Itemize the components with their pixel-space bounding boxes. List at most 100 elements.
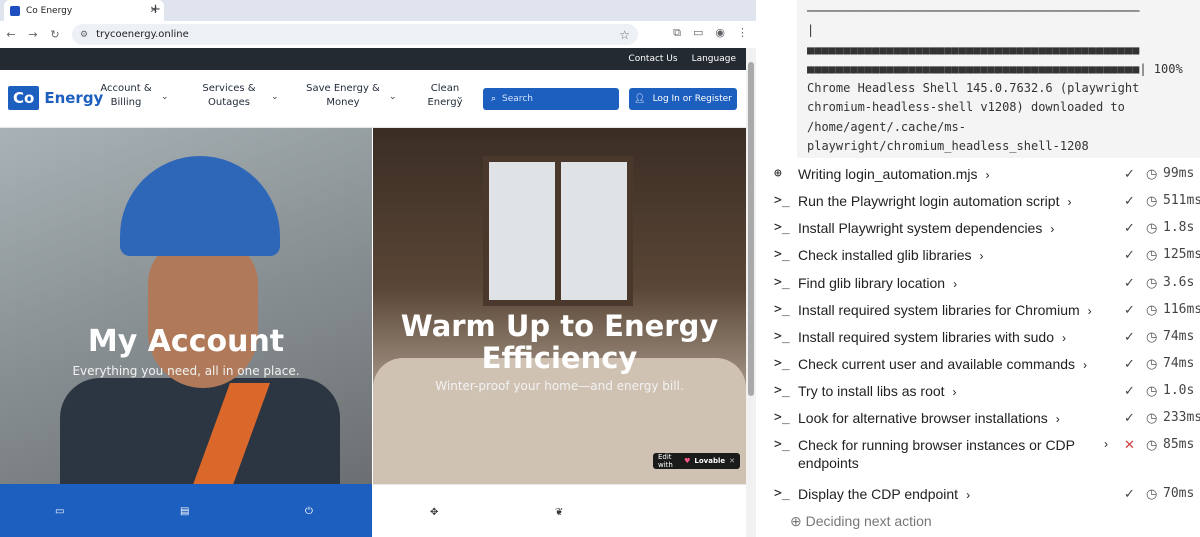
check-icon: ✓	[1124, 329, 1135, 344]
hero-my-account[interactable]: My Account Everything you need, all in o…	[0, 128, 372, 484]
chevron-right-icon[interactable]: ›	[953, 277, 957, 291]
menu-label: Outages	[208, 97, 250, 108]
document-icon[interactable]: ▤	[180, 506, 189, 517]
login-label: Log In or Register	[652, 94, 732, 104]
new-tab-icon[interactable]: +	[150, 2, 161, 17]
page-viewport: Contact Us Language Co Energy Account & …	[0, 48, 746, 537]
power-icon[interactable]: ⏻	[305, 506, 313, 517]
browser-tab[interactable]: Co Energy ✕	[4, 0, 164, 21]
hero-photo-window	[483, 156, 633, 306]
chevron-right-icon[interactable]: ›	[1104, 437, 1108, 451]
address-bar[interactable]: ⚙ trycoenergy.online ☆	[72, 24, 638, 45]
terminal-line: /home/agent/.cache/ms-	[807, 119, 966, 134]
hero-energy-efficiency[interactable]: Warm Up to Energy Efficiency Winter-proo…	[373, 128, 746, 484]
site-info-icon[interactable]: ⚙	[80, 30, 88, 40]
step-duration: 1.8s	[1163, 220, 1195, 235]
search-icon: ⌕	[491, 94, 497, 104]
site-navigation: Co Energy Account & Billing ⌄ Services &…	[0, 70, 746, 128]
forward-icon[interactable]: →	[22, 28, 44, 41]
edit-with-lovable-badge[interactable]: Edit with ♥ Lovable ✕	[653, 453, 740, 469]
step-label-text: Run the Playwright login automation scri…	[798, 193, 1060, 209]
back-icon[interactable]: ←	[0, 28, 22, 41]
menu-services-outages[interactable]: Services & Outages ⌄	[199, 82, 278, 110]
terminal-icon: >_	[774, 220, 790, 235]
chevron-right-icon[interactable]: ›	[986, 168, 990, 182]
chevron-right-icon[interactable]: ›	[1062, 331, 1066, 345]
chevron-down-icon: ⌄	[389, 92, 397, 102]
scrollbar-thumb[interactable]	[748, 62, 754, 396]
move-arrows-icon[interactable]: ✥	[430, 507, 438, 518]
hero-title-line: Efficiency	[481, 341, 638, 375]
chevron-right-icon[interactable]: ›	[953, 385, 957, 399]
hero-title-line: Warm Up to Energy	[400, 309, 719, 343]
menu-clean-energy[interactable]: Clean Energy ⌄	[420, 82, 470, 110]
hero-photo-helmet	[120, 156, 280, 256]
terminal-icon: >_	[774, 486, 790, 501]
check-icon: ✓	[1124, 356, 1135, 371]
leaf-icon[interactable]: ❦	[555, 507, 563, 518]
terminal-output: ────────────────────────────────────────…	[797, 0, 1200, 158]
step-duration: 1.0s	[1163, 383, 1195, 398]
close-badge-icon[interactable]: ✕	[729, 457, 735, 465]
clock-icon: ◷	[1146, 410, 1158, 425]
check-icon: ✓	[1124, 383, 1135, 398]
deciding-text: Deciding next action	[805, 513, 932, 529]
file-plus-icon: ⊕	[774, 166, 782, 181]
step-label: Find glib library location ›	[798, 275, 957, 291]
chevron-right-icon[interactable]: ›	[1050, 222, 1054, 236]
chevron-right-icon[interactable]: ›	[1067, 195, 1071, 209]
language-link[interactable]: Language	[692, 54, 736, 64]
step-duration: 70ms	[1163, 486, 1195, 501]
menu-save-energy-money[interactable]: Save Energy & Money ⌄	[303, 82, 396, 110]
site-logo[interactable]: Co Energy	[8, 86, 103, 110]
contact-us-link[interactable]: Contact Us	[628, 54, 677, 64]
step-label: Check installed glib libraries ›	[798, 247, 984, 263]
step-label-text: Install Playwright system dependencies	[798, 220, 1043, 236]
check-icon: ✓	[1124, 220, 1135, 235]
check-icon: ✓	[1124, 410, 1135, 425]
check-icon: ✓	[1124, 166, 1135, 181]
terminal-line: ■■■■■■■■■■■■■■■■■■■■■■■■■■■■■■■■■■■■■■■■…	[807, 42, 1140, 57]
step-label: Look for alternative browser installatio…	[798, 410, 1060, 426]
thinking-icon: ⊕	[790, 513, 802, 529]
page-scrollbar[interactable]	[746, 48, 756, 537]
step-label: Writing login_automation.mjs ›	[798, 166, 990, 182]
browser-menu-icon[interactable]: ⋮	[737, 26, 748, 40]
terminal-icon: >_	[774, 193, 790, 208]
step-label: Install required system libraries with s…	[798, 329, 1066, 345]
quick-links-bar: ✥ ❦	[373, 484, 746, 537]
reload-icon[interactable]: ↻	[44, 28, 66, 41]
check-icon: ✓	[1124, 193, 1135, 208]
step-duration: 116ms	[1163, 302, 1200, 317]
search-placeholder: Search	[502, 94, 533, 104]
clock-icon: ◷	[1146, 356, 1158, 371]
step-duration: 85ms	[1163, 437, 1195, 452]
credit-card-icon[interactable]: ▭	[55, 506, 64, 517]
extensions-icon[interactable]: ⧉	[673, 26, 681, 40]
terminal-icon: >_	[774, 302, 790, 317]
chevron-right-icon[interactable]: ›	[966, 488, 970, 502]
terminal-line: |	[807, 23, 815, 38]
step-duration: 74ms	[1163, 356, 1195, 371]
chevron-right-icon[interactable]: ›	[1056, 412, 1060, 426]
chevron-right-icon[interactable]: ›	[1083, 358, 1087, 372]
deciding-status: ⊕ Deciding next action	[790, 513, 932, 530]
heart-icon: ♥	[684, 457, 691, 465]
search-input[interactable]: ⌕ Search	[483, 88, 619, 110]
site-favicon-icon	[10, 5, 20, 16]
badge-prefix: Edit with	[658, 453, 673, 469]
clock-icon: ◷	[1146, 486, 1158, 501]
login-register-button[interactable]: 👤︎ Log In or Register	[629, 88, 737, 110]
chevron-right-icon[interactable]: ›	[1088, 304, 1092, 318]
url-text: trycoenergy.online	[96, 29, 189, 40]
clock-icon: ◷	[1146, 437, 1158, 452]
tab-search-icon[interactable]: ▭	[693, 26, 703, 40]
terminal-icon: >_	[774, 329, 790, 344]
clock-icon: ◷	[1146, 247, 1158, 262]
menu-account-billing[interactable]: Account & Billing ⌄	[96, 82, 168, 110]
bookmark-star-icon[interactable]: ☆	[619, 28, 630, 42]
profile-icon[interactable]: ◉	[715, 26, 725, 40]
chevron-right-icon[interactable]: ›	[980, 249, 984, 263]
step-label-text: endpoints	[798, 455, 859, 471]
step-label-text: Try to install libs as root	[798, 383, 945, 399]
